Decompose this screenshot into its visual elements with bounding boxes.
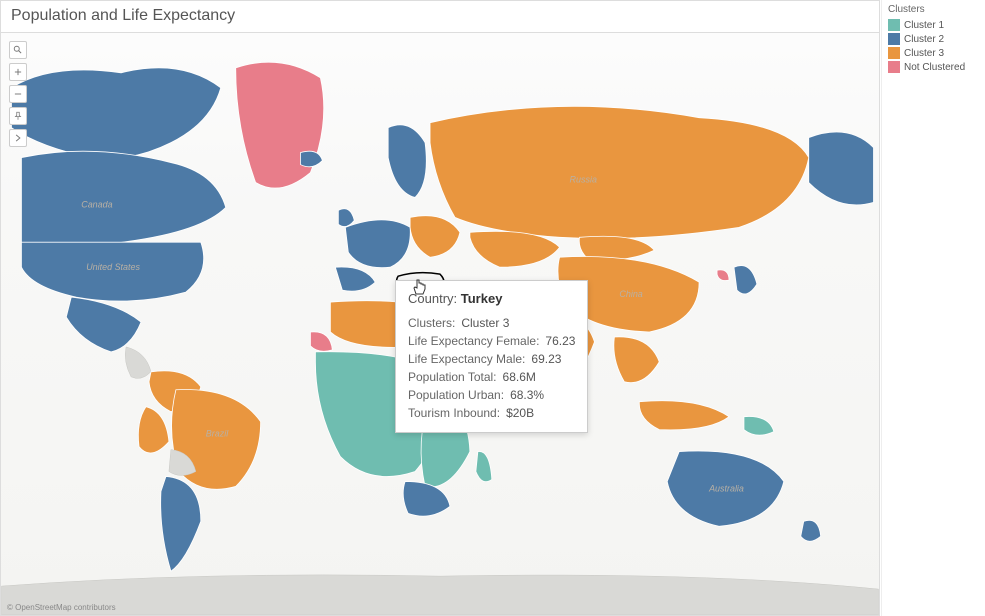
plus-icon xyxy=(13,67,23,77)
tooltip-value: $20B xyxy=(506,404,534,422)
map-canvas[interactable]: Canada United States Brazil Russia China… xyxy=(1,33,879,615)
map-controls xyxy=(9,41,27,147)
region-kazakhstan[interactable] xyxy=(470,231,560,267)
legend-item[interactable]: Not Clustered xyxy=(888,61,979,73)
region-indonesia[interactable] xyxy=(639,401,729,430)
tooltip-key: Tourism Inbound: xyxy=(408,404,500,422)
label-brazil: Brazil xyxy=(206,429,229,439)
region-greenland[interactable] xyxy=(236,62,324,188)
expand-button[interactable] xyxy=(9,129,27,147)
legend-item[interactable]: Cluster 3 xyxy=(888,47,979,59)
tooltip-key: Population Total: xyxy=(408,368,497,386)
tooltip-title: Country: Turkey xyxy=(408,291,575,306)
region-peru[interactable] xyxy=(138,407,169,453)
tooltip-row: Tourism Inbound: $20B xyxy=(408,404,575,422)
region-east-europe[interactable] xyxy=(410,216,460,258)
region-mauritania[interactable] xyxy=(310,332,332,351)
tooltip-key: Population Urban: xyxy=(408,386,504,404)
tooltip-row: Population Urban: 68.3% xyxy=(408,386,575,404)
map-attribution: © OpenStreetMap contributors xyxy=(7,603,116,612)
legend-title: Clusters xyxy=(888,4,979,15)
legend-label: Cluster 3 xyxy=(904,48,944,59)
chevron-right-icon xyxy=(13,133,23,143)
legend-label: Cluster 2 xyxy=(904,34,944,45)
region-antarctica xyxy=(2,575,879,615)
region-north-korea[interactable] xyxy=(717,270,729,281)
region-mexico[interactable] xyxy=(66,297,141,352)
legend-swatch xyxy=(888,19,900,31)
tooltip-value: Cluster 3 xyxy=(461,314,509,332)
tooltip-key: Clusters: xyxy=(408,314,455,332)
legend-swatch xyxy=(888,47,900,59)
region-south-africa[interactable] xyxy=(403,481,450,516)
label-china: China xyxy=(619,289,642,299)
legend-swatch xyxy=(888,33,900,45)
tooltip-key: Life Expectancy Female: xyxy=(408,332,539,350)
region-iceland[interactable] xyxy=(300,151,322,167)
legend-item[interactable]: Cluster 1 xyxy=(888,19,979,31)
region-japan[interactable] xyxy=(734,266,757,294)
tooltip-value: 68.6M xyxy=(503,368,536,386)
legend-label: Cluster 1 xyxy=(904,20,944,31)
tooltip-row: Life Expectancy Male: 69.23 xyxy=(408,350,575,368)
region-russia[interactable] xyxy=(430,106,809,238)
region-south-europe[interactable] xyxy=(335,267,375,291)
legend-panel: Clusters Cluster 1 Cluster 2 Cluster 3 Not … xyxy=(881,0,985,616)
tooltip-key: Life Expectancy Male: xyxy=(408,350,525,368)
region-central-america[interactable] xyxy=(125,347,151,379)
region-png[interactable] xyxy=(744,416,774,435)
label-australia: Australia xyxy=(708,483,744,493)
region-argentina[interactable] xyxy=(161,476,201,571)
region-west-europe[interactable] xyxy=(345,220,410,268)
region-arctic-canada[interactable] xyxy=(11,68,220,159)
zoom-in-button[interactable] xyxy=(9,63,27,81)
region-alaska[interactable] xyxy=(809,132,874,205)
tooltip-row: Clusters: Cluster 3 xyxy=(408,314,575,332)
region-nz[interactable] xyxy=(801,520,821,541)
pin-icon xyxy=(13,111,23,121)
region-uk[interactable] xyxy=(338,209,354,227)
tooltip-row: Population Total: 68.6M xyxy=(408,368,575,386)
search-icon xyxy=(13,45,23,55)
label-canada: Canada xyxy=(81,199,112,209)
label-us: United States xyxy=(86,262,140,272)
page-title: Population and Life Expectancy xyxy=(1,1,879,33)
tooltip-row: Life Expectancy Female: 76.23 xyxy=(408,332,575,350)
region-madagascar[interactable] xyxy=(476,451,492,481)
pin-button[interactable] xyxy=(9,107,27,125)
tooltip-value: 76.23 xyxy=(545,332,575,350)
tooltip-value: 68.3% xyxy=(510,386,544,404)
legend-swatch xyxy=(888,61,900,73)
legend-label: Not Clustered xyxy=(904,62,965,73)
legend-item[interactable]: Cluster 2 xyxy=(888,33,979,45)
minus-icon xyxy=(13,89,23,99)
label-russia: Russia xyxy=(570,174,597,184)
zoom-out-button[interactable] xyxy=(9,85,27,103)
tooltip-country-value: Turkey xyxy=(461,291,503,306)
pointer-cursor-icon xyxy=(411,278,429,303)
region-scandinavia[interactable] xyxy=(388,125,426,198)
search-button[interactable] xyxy=(9,41,27,59)
tooltip-value: 69.23 xyxy=(531,350,561,368)
region-canada[interactable] xyxy=(21,151,225,242)
region-se-asia[interactable] xyxy=(614,337,659,383)
map-panel: Population and Life Expectancy xyxy=(0,0,880,616)
